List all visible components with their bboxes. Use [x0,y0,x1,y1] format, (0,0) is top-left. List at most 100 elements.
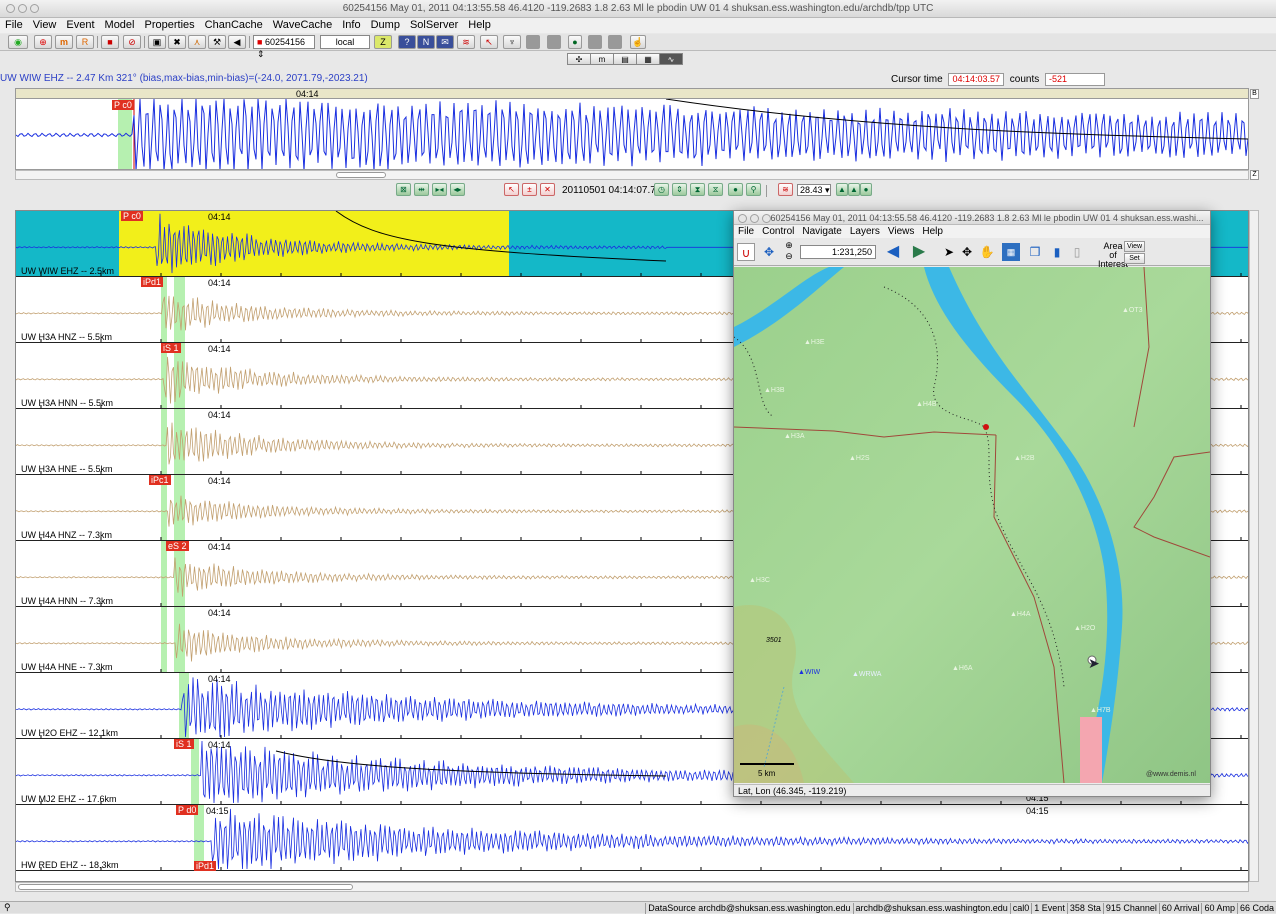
trace-vertical-scrollbar[interactable] [1249,210,1259,882]
expand-vertical-icon[interactable]: ⧖ [708,183,723,196]
zoom-window-icon[interactable] [30,4,39,13]
cube-icon[interactable]: ❒ [1026,243,1044,261]
trace-scroll-thumb[interactable] [18,884,353,890]
map-station-label[interactable]: ▲H3B [764,387,785,394]
zoom-in-icon[interactable]: ⊕ [780,240,798,250]
back-icon[interactable]: ◀ [228,35,246,49]
compress-vertical-icon[interactable]: ⧗ [690,183,705,196]
map-menu-navigate[interactable]: Navigate [798,225,845,238]
magnitude-ml-icon[interactable]: m [55,35,73,49]
map-close-icon[interactable] [738,214,747,223]
map-scale-field[interactable]: 1:231,250 [800,245,876,259]
delete-icon[interactable]: ✖ [168,35,186,49]
phase-pick-flag[interactable]: eS 2 [166,541,189,551]
menu-properties[interactable]: Properties [140,18,200,33]
location-select[interactable]: local [320,35,370,49]
disabled-tool-3-icon[interactable] [588,35,602,49]
zoomed-pick-flag[interactable]: P c0 [112,100,134,110]
book-icon[interactable]: ▮ [1048,243,1066,261]
map-station-label[interactable]: ▲H3A [784,433,805,440]
trace-horizontal-scrollbar[interactable] [15,882,1249,892]
globe-icon[interactable]: ◉ [8,35,28,49]
menu-dump[interactable]: Dump [366,18,405,33]
shrink-horizontal-icon[interactable]: ◂▸ [450,183,465,196]
map-station-label[interactable]: ▲H6A [952,665,973,672]
pick-icon[interactable]: ↖ [480,35,498,49]
up-down-icon[interactable]: ⇕ [672,183,687,196]
hand-pan-icon[interactable]: ✋ [978,243,996,261]
waveform-filter-icon[interactable]: ≋ [778,183,793,196]
stop-square-icon[interactable]: ■ [101,35,119,49]
delete-pick-icon[interactable]: ✕ [540,183,555,196]
tab-magnitude-icon[interactable]: m [590,53,614,65]
map-station-label[interactable]: ▲WRWA [852,671,881,678]
pick-arrow-icon[interactable]: ↖ [504,183,519,196]
clock-icon[interactable]: ◷ [654,183,669,196]
phase-pick-flag[interactable]: iPd1 [194,861,217,871]
map-station-label[interactable]: ▲WIW [798,669,820,676]
aoi-set-button[interactable]: Set [1124,253,1145,264]
menu-file[interactable]: File [0,18,28,33]
zoom-out-icon[interactable]: ⊖ [780,251,798,261]
zoomed-horizontal-scrollbar[interactable] [15,170,1249,180]
phase-pick-flag[interactable]: iPc1 [149,475,171,485]
zoomed-edge-b[interactable]: B [1250,89,1259,99]
close-window-icon[interactable] [6,4,15,13]
map-station-label[interactable]: ▲H3C [749,577,770,584]
zoomed-scroll-thumb[interactable] [336,172,386,178]
map-station-label[interactable]: ▲H4B [916,401,937,408]
event-id-select[interactable]: ■ 60254156 ⇕ [253,35,315,59]
disabled-tool-1-icon[interactable] [526,35,540,49]
expand-horizontal-icon[interactable]: ▸◂ [432,183,447,196]
mail-icon[interactable]: ✉ [436,35,454,49]
menu-help[interactable]: Help [463,18,496,33]
new-icon[interactable]: N [417,35,435,49]
pointer-icon[interactable]: ➤ [940,243,958,261]
menu-model[interactable]: Model [100,18,140,33]
phase-pick-flag[interactable]: iS 1 [161,343,181,353]
help-icon[interactable]: ? [398,35,416,49]
phase-pick-flag[interactable]: P c0 [121,211,143,221]
hand-icon[interactable]: ☝ [630,35,646,49]
disabled-tool-4-icon[interactable] [608,35,622,49]
scale-up-more-icon[interactable]: ▲ [848,183,860,196]
magnitude-rk-icon[interactable]: R [76,35,94,49]
zoom-extent-icon[interactable]: ✥ [760,243,778,261]
search-icon[interactable]: ⚲ [4,902,11,913]
magnet-icon[interactable]: ∪ [737,243,755,261]
location-target-icon[interactable]: ⊕ [34,35,52,49]
phase-pick-flag[interactable]: P d0 [176,805,199,815]
ruler-icon[interactable]: ⋏ [188,35,206,49]
trace-row[interactable]: HW RED EHZ -- 18.3km 04:15 P d0 04:15 iPd1 [16,805,1248,871]
tab-waveform-icon[interactable]: ∿ [659,53,683,65]
menu-solserver[interactable]: SolServer [405,18,463,33]
map-station-label[interactable]: ▲H4A [1010,611,1031,618]
dot-icon[interactable]: ● [728,183,743,196]
fit-horizontal-icon[interactable]: ⇹ [414,183,429,196]
tools-icon[interactable]: ⚒ [208,35,226,49]
disabled-tool-2-icon[interactable] [547,35,561,49]
map-menu-file[interactable]: File [734,225,758,238]
map-station-label[interactable]: ▲H2O [1074,625,1095,632]
tab-table-icon[interactable]: ▦ [636,53,660,65]
forward-arrow-icon[interactable]: ▶ [910,243,928,261]
map-layer-icon[interactable]: ▦ [1002,243,1020,261]
back-arrow-icon[interactable]: ◀ [884,243,902,261]
pick-strike-icon[interactable]: ± [522,183,537,196]
menu-wavecache[interactable]: WaveCache [268,18,338,33]
cancel-icon[interactable]: ⊘ [123,35,141,49]
map-menu-views[interactable]: Views [884,225,919,238]
map-window[interactable]: 60254156 May 01, 2011 04:13:55.58 46.412… [733,210,1211,797]
tab-page-icon[interactable]: ▤ [613,53,637,65]
waveform-icon[interactable]: ≋ [457,35,475,49]
map-station-label[interactable]: ▲H3E [804,339,825,346]
amplitude-scale-select[interactable]: 28.43 ▾ [797,184,831,196]
map-zoom-icon[interactable] [762,214,771,223]
map-station-label[interactable]: ▲H2S [849,455,870,462]
fit-window-icon[interactable]: ⊠ [396,183,411,196]
scale-up-icon[interactable]: ▲ [836,183,848,196]
phase-pick-flag[interactable]: iS 1 [174,739,194,749]
tree-icon[interactable]: ♆ [503,35,521,49]
filter-icon[interactable]: ⚲ [746,183,761,196]
menu-info[interactable]: Info [337,18,365,33]
